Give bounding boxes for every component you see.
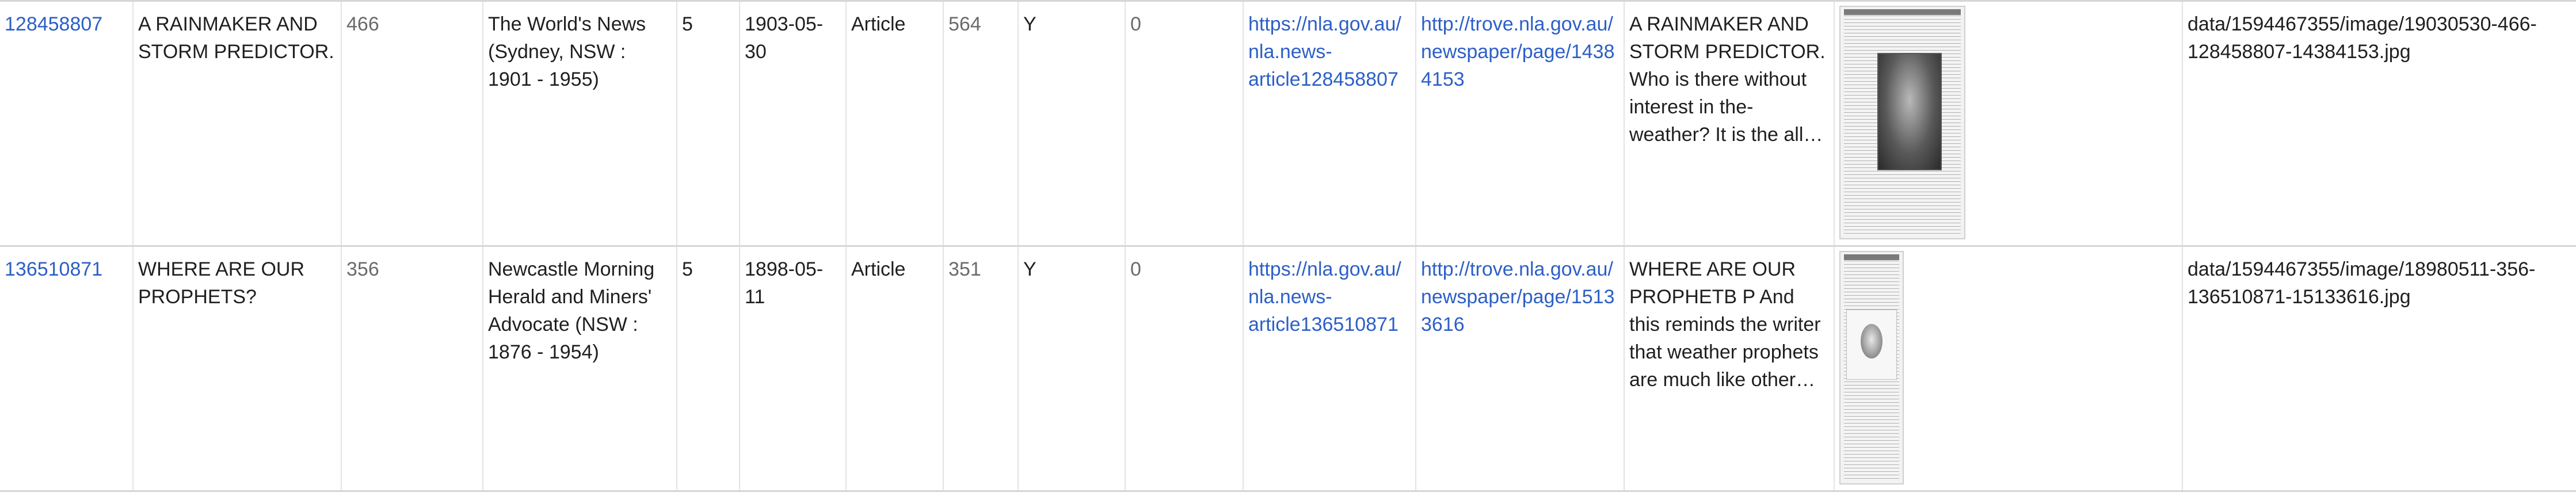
newspaper-page-thumbnail-icon[interactable]	[1839, 251, 1904, 484]
illustrated-cell: Y	[1018, 246, 1126, 491]
article-id-cell[interactable]: 128458807	[0, 1, 134, 246]
page-cell: 5	[677, 246, 740, 491]
results-table: 128458807 A RAINMAKER AND STORM PREDICTO…	[0, 0, 2576, 492]
corrections-cell: 0	[1125, 1, 1244, 246]
word-count-cell: 564	[943, 1, 1019, 246]
article-url-cell[interactable]: https://nla.gov.au/nla.news-article13651…	[1243, 246, 1416, 491]
image-path-cell: data/1594467355/image/18980511-356-13651…	[2188, 258, 2536, 308]
date-cell: 1898-05-11	[740, 246, 847, 491]
illustrated-cell: Y	[1018, 1, 1126, 246]
article-id-link[interactable]: 128458807	[5, 13, 102, 35]
text-cell: A RAINMAKER AND STORM PREDICTOR. Who is …	[1624, 1, 1835, 246]
word-count-cell: 351	[943, 246, 1019, 491]
newspaper-cell: The World's News (Sydney, NSW : 1901 - 1…	[483, 1, 677, 246]
page-url-link[interactable]: http://trove.nla.gov.au/newspaper/page/1…	[1421, 258, 1615, 335]
page-number-cell: 356	[341, 246, 483, 491]
article-url-cell[interactable]: https://nla.gov.au/nla.news-article12845…	[1243, 1, 1416, 246]
article-url-link[interactable]: https://nla.gov.au/nla.news-article13651…	[1248, 258, 1401, 335]
article-id-cell[interactable]: 136510871	[0, 246, 134, 491]
article-text: A RAINMAKER AND STORM PREDICTOR. Who is …	[1629, 13, 1826, 146]
page-url-cell[interactable]: http://trove.nla.gov.au/newspaper/page/1…	[1416, 1, 1625, 246]
date-cell: 1903-05-30	[740, 1, 847, 246]
article-text: WHERE ARE OUR PROPHETB P And this remind…	[1629, 258, 1821, 391]
category-cell: Article	[846, 1, 944, 246]
thumbnail-cell	[1834, 1, 2183, 246]
title-cell: A RAINMAKER AND STORM PREDICTOR.	[133, 1, 342, 246]
thumbnail-cell	[1834, 246, 2183, 491]
page-url-cell[interactable]: http://trove.nla.gov.au/newspaper/page/1…	[1416, 246, 1625, 491]
article-url-link[interactable]: https://nla.gov.au/nla.news-article12845…	[1248, 13, 1401, 90]
table-row: 136510871 WHERE ARE OUR PROPHETS? 356 Ne…	[0, 246, 2576, 491]
corrections-cell: 0	[1125, 246, 1244, 491]
table-row: 128458807 A RAINMAKER AND STORM PREDICTO…	[0, 1, 2576, 246]
newspaper-cell: Newcastle Morning Herald and Miners' Adv…	[483, 246, 677, 491]
page-cell: 5	[677, 1, 740, 246]
article-id-link[interactable]: 136510871	[5, 258, 102, 280]
image-path-cell: data/1594467355/image/19030530-466-12845…	[2188, 13, 2537, 63]
page-url-link[interactable]: http://trove.nla.gov.au/newspaper/page/1…	[1421, 13, 1615, 90]
title-cell: WHERE ARE OUR PROPHETS?	[133, 246, 342, 491]
text-cell: WHERE ARE OUR PROPHETB P And this remind…	[1624, 246, 1835, 491]
page-number-cell: 466	[341, 1, 483, 246]
category-cell: Article	[846, 246, 944, 491]
newspaper-page-thumbnail-icon[interactable]	[1839, 6, 1965, 239]
